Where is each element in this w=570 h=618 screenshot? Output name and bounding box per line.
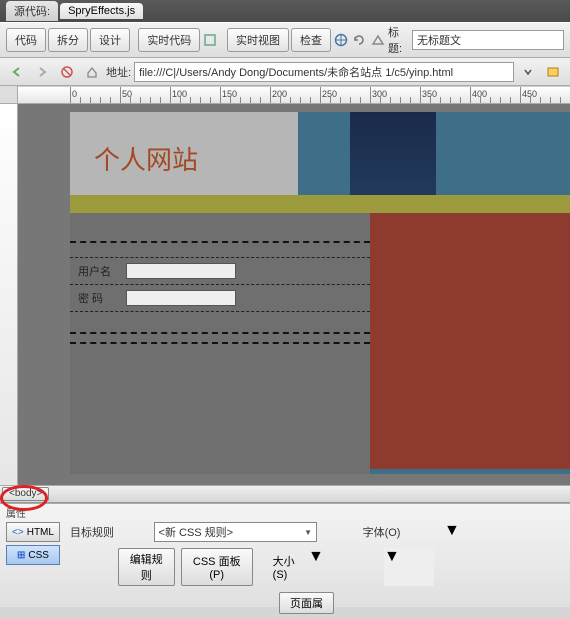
browse-icon[interactable] — [542, 61, 564, 83]
stop-icon[interactable] — [56, 61, 78, 83]
nav-strip[interactable] — [70, 195, 570, 213]
chevron-down-icon: ▼ — [444, 522, 460, 539]
banner-row: 个人网站 — [70, 112, 570, 195]
inspect-button[interactable]: 检查 — [291, 28, 331, 52]
edit-rule-button[interactable]: 编辑规则 — [118, 548, 175, 586]
view-toolbar: 代码 拆分 设计 实时代码 实时视图 检查 标题: — [0, 22, 570, 58]
banner-photo[interactable] — [350, 112, 436, 195]
document-tabs: 源代码: SpryEffects.js — [0, 0, 570, 22]
username-input[interactable] — [126, 263, 236, 279]
size-label: 大小(S) — [273, 553, 302, 581]
design-view[interactable]: 个人网站 用户名 密 码 — [18, 104, 570, 485]
props-title: 属性 — [0, 504, 570, 518]
chevron-down-icon: ▼ — [308, 548, 324, 565]
title-input[interactable] — [412, 30, 564, 50]
tag-selector-bar: <body> — [0, 485, 570, 503]
refresh-icon[interactable] — [351, 29, 367, 51]
html-mode-button[interactable]: <>HTML — [6, 522, 60, 542]
password-label: 密 码 — [78, 290, 118, 306]
chevron-down-icon: ▼ — [384, 548, 400, 565]
table-row[interactable]: 密 码 — [70, 285, 370, 311]
globe-icon[interactable] — [333, 29, 349, 51]
username-label: 用户名 — [78, 263, 118, 279]
home-icon[interactable] — [81, 61, 103, 83]
design-button[interactable]: 设计 — [90, 28, 130, 52]
forward-icon[interactable] — [31, 61, 53, 83]
left-panel[interactable]: 用户名 密 码 — [70, 213, 370, 474]
horizontal-ruler: 050100150200250300350400450500 — [18, 86, 570, 104]
form-table[interactable]: 用户名 密 码 — [70, 241, 370, 344]
address-bar: 地址: — [0, 58, 570, 86]
css-panel-button[interactable]: CSS 面板(P) — [181, 548, 253, 586]
banner-left[interactable]: 个人网站 — [70, 112, 298, 195]
live-code-button[interactable]: 实时代码 — [138, 28, 200, 52]
ruler-corner — [0, 86, 18, 104]
right-panel[interactable] — [370, 213, 570, 474]
page-attributes-button[interactable]: 页面属 — [279, 592, 334, 614]
nav-icon[interactable] — [370, 29, 386, 51]
tab-source[interactable]: 源代码: — [6, 1, 58, 21]
tab-file[interactable]: SpryEffects.js — [60, 3, 143, 19]
size-unit-select[interactable]: ▼ — [384, 548, 434, 586]
page-canvas[interactable]: 个人网站 用户名 密 码 — [70, 112, 570, 474]
address-label: 地址: — [106, 64, 131, 80]
back-icon[interactable] — [6, 61, 28, 83]
site-title[interactable]: 个人网站 — [70, 112, 298, 177]
dropdown-icon[interactable] — [517, 61, 539, 83]
table-row[interactable]: 用户名 — [70, 258, 370, 284]
address-input[interactable] — [134, 62, 514, 82]
target-rule-select[interactable]: <新 CSS 规则>▼ — [154, 522, 318, 542]
live-code-icon[interactable] — [202, 29, 218, 51]
code-button[interactable]: 代码 — [6, 28, 46, 52]
size-select[interactable]: ▼ — [308, 548, 378, 586]
font-select[interactable]: ▼ — [444, 522, 564, 540]
chevron-down-icon: ▼ — [304, 528, 312, 537]
body-tag[interactable]: <body> — [2, 487, 49, 501]
title-label: 标题: — [388, 24, 410, 56]
font-label: 字体(O) — [363, 524, 434, 540]
vertical-ruler — [0, 104, 18, 485]
css-mode-button[interactable]: ⊞CSS — [6, 545, 60, 565]
content-row: 用户名 密 码 — [70, 213, 570, 474]
live-view-button[interactable]: 实时视图 — [227, 28, 289, 52]
property-inspector: 属性 <>HTML ⊞CSS 目标规则 <新 CSS 规则>▼ 字体(O) 编辑… — [0, 503, 570, 607]
target-rule-label: 目标规则 — [70, 524, 148, 540]
split-button[interactable]: 拆分 — [48, 28, 88, 52]
password-input[interactable] — [126, 290, 236, 306]
